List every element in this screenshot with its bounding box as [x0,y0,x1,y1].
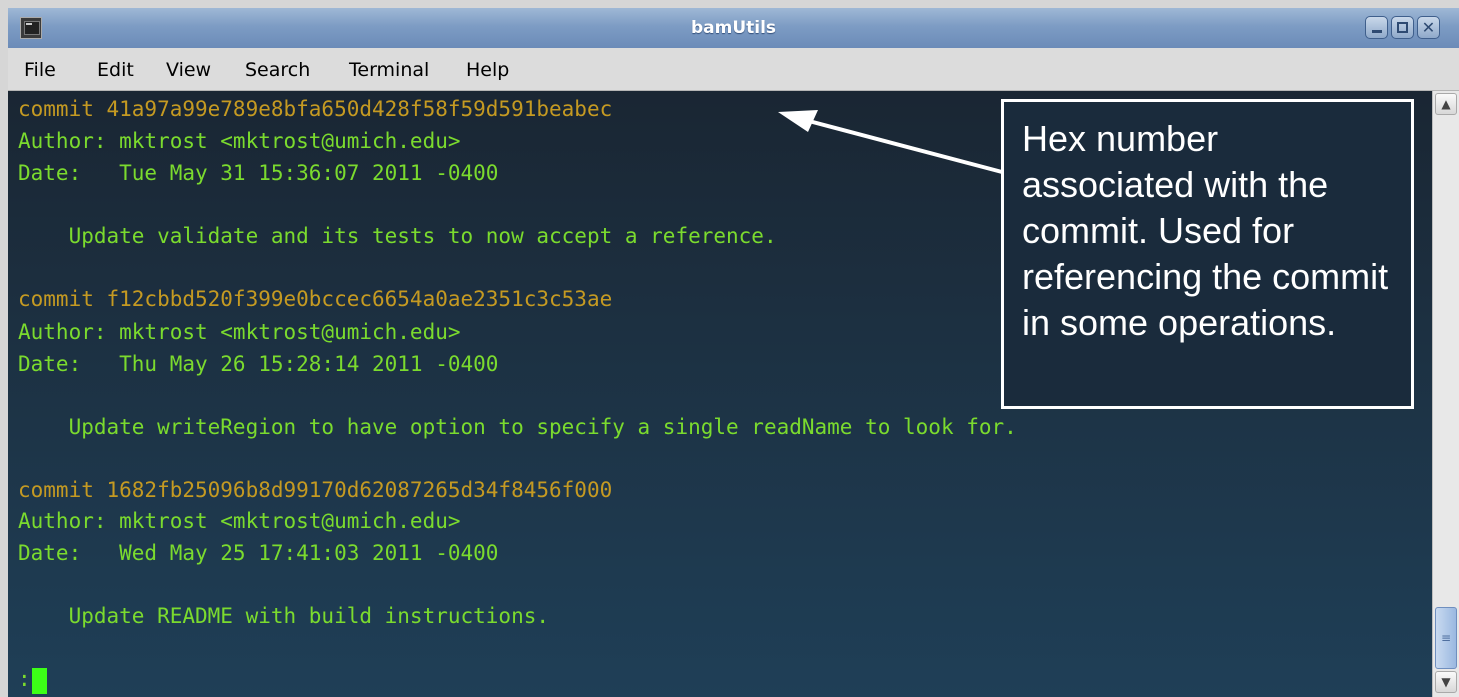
window-title: bamUtils [690,18,777,38]
callout-text: Hex number associated with the commit. U… [1022,118,1389,343]
menu-edit[interactable]: Edit [97,59,134,81]
vertical-scrollbar[interactable]: ▲ ≡ ▼ [1432,91,1459,697]
minimize-icon [1372,30,1382,33]
menu-help[interactable]: Help [466,59,509,81]
scroll-down-button[interactable]: ▼ [1435,671,1457,693]
maximize-icon [1397,22,1408,33]
commit-message-line: Update validate and its tests to now acc… [18,224,777,248]
commit-hash-line: commit 41a97a99e789e8bfa650d428f58f59d59… [18,97,613,121]
commit-hash-line: commit 1682fb25096b8d99170d62087265d34f8… [18,478,613,502]
grip-icon: ≡ [1440,631,1452,645]
title-bar[interactable]: bamUtils ✕ [8,8,1459,49]
commit-date-line: Date: Thu May 26 15:28:14 2011 -0400 [18,352,499,376]
chevron-down-icon: ▼ [1441,675,1451,689]
menu-file[interactable]: File [24,59,56,81]
text-cursor [32,668,47,694]
commit-message-line: Update README with build instructions. [18,604,550,628]
commit-message-line: Update writeRegion to have option to spe… [18,415,1017,439]
commit-author-line: Author: mktrost <mktrost@umich.edu> [18,509,461,533]
commit-author-line: Author: mktrost <mktrost@umich.edu> [18,129,461,153]
menu-bar: File Edit View Search Terminal Help [8,48,1459,91]
close-icon: ✕ [1421,18,1436,37]
pager-prompt[interactable]: : [18,665,31,693]
chevron-up-icon: ▲ [1441,97,1451,111]
menu-search[interactable]: Search [245,59,310,81]
commit-hash-line: commit f12cbbd520f399e0bccec6654a0ae2351… [18,287,613,311]
scroll-up-button[interactable]: ▲ [1435,93,1457,115]
annotation-callout: Hex number associated with the commit. U… [1001,99,1414,409]
menu-view[interactable]: View [166,59,211,81]
menu-terminal[interactable]: Terminal [349,59,429,81]
scroll-thumb[interactable]: ≡ [1435,607,1457,669]
commit-date-line: Date: Wed May 25 17:41:03 2011 -0400 [18,541,499,565]
commit-date-line: Date: Tue May 31 15:36:07 2011 -0400 [18,161,499,185]
commit-author-line: Author: mktrost <mktrost@umich.edu> [18,320,461,344]
close-button[interactable]: ✕ [1417,16,1440,39]
maximize-button[interactable] [1391,16,1414,39]
terminal-window: bamUtils ✕ File Edit View Search Termina… [0,0,1459,697]
minimize-button[interactable] [1365,16,1388,39]
